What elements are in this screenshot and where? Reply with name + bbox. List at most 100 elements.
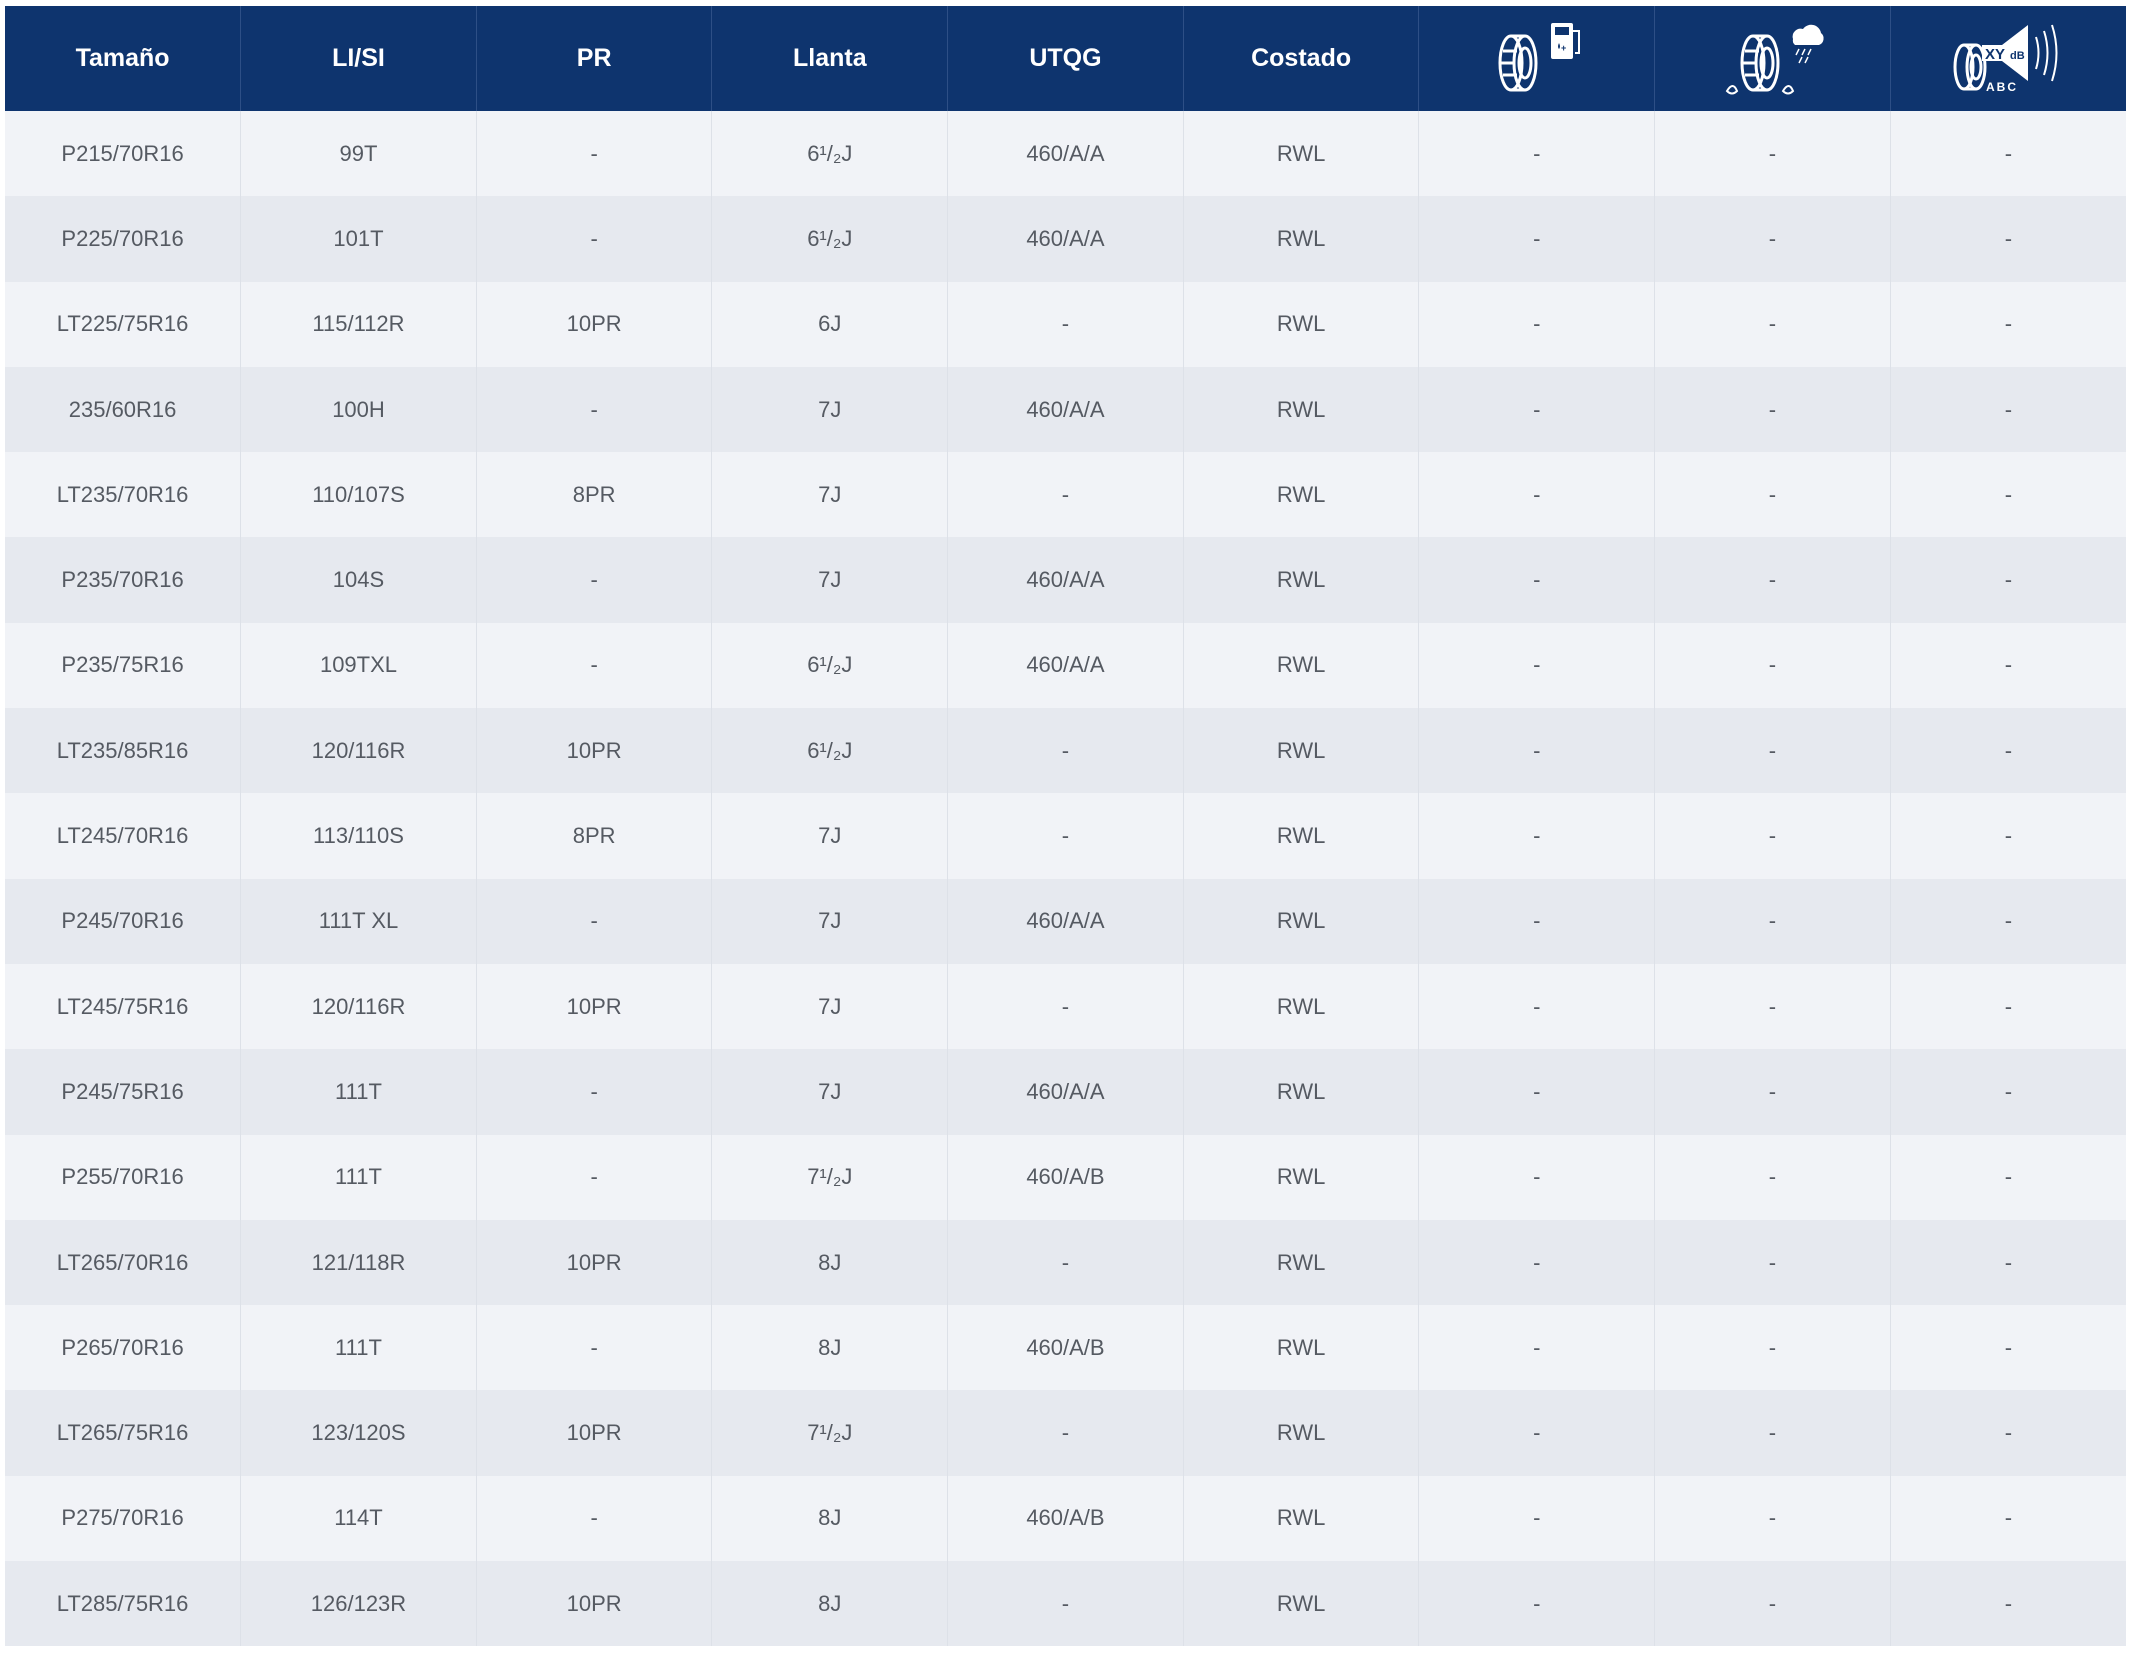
header-ply-rating: PR bbox=[476, 6, 713, 111]
cell-size: LT235/85R16 bbox=[5, 708, 242, 794]
cell-sidewall: RWL bbox=[1183, 366, 1420, 453]
cell-ply-rating: 10PR bbox=[476, 281, 713, 367]
cell-size: LT265/75R16 bbox=[5, 1390, 242, 1476]
cell-rim: 7J bbox=[711, 1049, 949, 1135]
cell-rim: 7J bbox=[711, 452, 949, 538]
cell-load-speed-index: 120/116R bbox=[240, 963, 477, 1050]
cell-wet-grip: - bbox=[1654, 622, 1891, 709]
cell-ply-rating: 10PR bbox=[476, 963, 713, 1050]
cell-fuel-efficiency: - bbox=[1418, 963, 1656, 1050]
cell-fuel-efficiency: - bbox=[1418, 1049, 1656, 1135]
table-row: P235/70R16 104S -7J 460/A/A RWL - - - bbox=[5, 537, 2126, 623]
cell-utqg: 460/A/B bbox=[947, 1305, 1184, 1391]
cell-load-speed-index: 114T bbox=[240, 1475, 477, 1562]
cell-sidewall: RWL bbox=[1183, 537, 1420, 623]
cell-wet-grip: - bbox=[1654, 1561, 1891, 1647]
cell-sidewall: RWL bbox=[1183, 1390, 1420, 1476]
cell-noise: - bbox=[1890, 963, 2126, 1050]
cell-size: P245/75R16 bbox=[5, 1049, 242, 1135]
cell-fuel-efficiency: - bbox=[1418, 281, 1656, 367]
cell-utqg: - bbox=[947, 1219, 1184, 1306]
cell-noise: - bbox=[1890, 708, 2126, 794]
noise-unit-text: dB bbox=[2010, 50, 2025, 62]
cell-wet-grip: - bbox=[1654, 1134, 1891, 1220]
cell-ply-rating: 10PR bbox=[476, 1561, 713, 1647]
cell-noise: - bbox=[1890, 281, 2126, 367]
cell-wet-grip: - bbox=[1654, 1305, 1891, 1391]
cell-load-speed-index: 123/120S bbox=[240, 1390, 477, 1476]
cell-fuel-efficiency: - bbox=[1418, 111, 1656, 197]
cell-load-speed-index: 111T bbox=[240, 1305, 477, 1391]
header-load-speed-index: LI/SI bbox=[240, 6, 477, 111]
cell-rim: 8J bbox=[711, 1561, 949, 1647]
cell-noise: - bbox=[1890, 622, 2126, 709]
cell-rim: 6¹/₂J bbox=[711, 622, 949, 709]
cell-fuel-efficiency: - bbox=[1418, 708, 1656, 794]
cell-wet-grip: - bbox=[1654, 452, 1891, 538]
cell-noise: - bbox=[1890, 1390, 2126, 1476]
cell-noise: - bbox=[1890, 1219, 2126, 1306]
cell-utqg: - bbox=[947, 281, 1184, 367]
table-row: P225/70R16 101T -6¹/₂J 460/A/A RWL - - - bbox=[5, 196, 2126, 282]
cell-utqg: 460/A/B bbox=[947, 1134, 1184, 1220]
cell-load-speed-index: 101T bbox=[240, 196, 477, 282]
cell-ply-rating: 8PR bbox=[476, 452, 713, 538]
table-row: P275/70R16 114T -8J 460/A/B RWL - - - bbox=[5, 1475, 2126, 1562]
cell-sidewall: RWL bbox=[1183, 793, 1420, 879]
cell-size: LT235/70R16 bbox=[5, 452, 242, 538]
cell-rim: 6¹/₂J bbox=[711, 196, 949, 282]
cell-size: P265/70R16 bbox=[5, 1305, 242, 1391]
cell-rim: 6¹/₂J bbox=[711, 111, 949, 197]
header-wet-grip bbox=[1654, 6, 1891, 111]
cell-fuel-efficiency: - bbox=[1418, 196, 1656, 282]
cell-load-speed-index: 111T bbox=[240, 1134, 477, 1220]
table-header: Tamaño LI/SI PR Llanta UTQG Costado + XY… bbox=[5, 6, 2126, 111]
cell-load-speed-index: 110/107S bbox=[240, 452, 477, 538]
cell-fuel-efficiency: - bbox=[1418, 878, 1656, 964]
cell-noise: - bbox=[1890, 793, 2126, 879]
cell-load-speed-index: 109TXL bbox=[240, 622, 477, 709]
cell-utqg: - bbox=[947, 452, 1184, 538]
cell-noise: - bbox=[1890, 452, 2126, 538]
cell-size: LT265/70R16 bbox=[5, 1219, 242, 1306]
cell-fuel-efficiency: - bbox=[1418, 793, 1656, 879]
cell-noise: - bbox=[1890, 878, 2126, 964]
cell-sidewall: RWL bbox=[1183, 1475, 1420, 1562]
cell-sidewall: RWL bbox=[1183, 708, 1420, 794]
tire-wet-grip-icon bbox=[1717, 19, 1827, 99]
cell-noise: - bbox=[1890, 1049, 2126, 1135]
table-row: P255/70R16 111T -7¹/₂J 460/A/B RWL - - - bbox=[5, 1134, 2126, 1220]
cell-sidewall: RWL bbox=[1183, 281, 1420, 367]
svg-text:+: + bbox=[1561, 43, 1566, 53]
cell-utqg: 460/A/A bbox=[947, 196, 1184, 282]
cell-rim: 7¹/₂J bbox=[711, 1390, 949, 1476]
cell-ply-rating: 10PR bbox=[476, 1390, 713, 1476]
cell-rim: 6¹/₂J bbox=[711, 708, 949, 794]
cell-utqg: 460/A/A bbox=[947, 366, 1184, 453]
cell-ply-rating: 8PR bbox=[476, 793, 713, 879]
cell-wet-grip: - bbox=[1654, 708, 1891, 794]
table-row: P265/70R16 111T -8J 460/A/B RWL - - - bbox=[5, 1305, 2126, 1391]
header-sidewall: Costado bbox=[1183, 6, 1420, 111]
table-row: LT245/70R16 113/110S 8PR 7J - RWL - - - bbox=[5, 793, 2126, 879]
cell-wet-grip: - bbox=[1654, 793, 1891, 879]
cell-load-speed-index: 111T bbox=[240, 1049, 477, 1135]
tire-size-table: Tamaño LI/SI PR Llanta UTQG Costado + XY… bbox=[5, 6, 2126, 1647]
cell-load-speed-index: 100H bbox=[240, 366, 477, 453]
cell-noise: - bbox=[1890, 1561, 2126, 1647]
cell-wet-grip: - bbox=[1654, 1475, 1891, 1562]
cell-size: P225/70R16 bbox=[5, 196, 242, 282]
cell-utqg: 460/A/A bbox=[947, 878, 1184, 964]
cell-fuel-efficiency: - bbox=[1418, 1390, 1656, 1476]
cell-load-speed-index: 126/123R bbox=[240, 1561, 477, 1647]
cell-load-speed-index: 115/112R bbox=[240, 281, 477, 367]
cell-wet-grip: - bbox=[1654, 963, 1891, 1050]
cell-utqg: 460/A/A bbox=[947, 537, 1184, 623]
cell-wet-grip: - bbox=[1654, 281, 1891, 367]
cell-size: LT225/75R16 bbox=[5, 281, 242, 367]
cell-wet-grip: - bbox=[1654, 196, 1891, 282]
tire-noise-icon: XY dB ABC bbox=[1948, 19, 2068, 99]
cell-fuel-efficiency: - bbox=[1418, 1305, 1656, 1391]
header-rim: Llanta bbox=[711, 6, 949, 111]
cell-rim: 7J bbox=[711, 537, 949, 623]
